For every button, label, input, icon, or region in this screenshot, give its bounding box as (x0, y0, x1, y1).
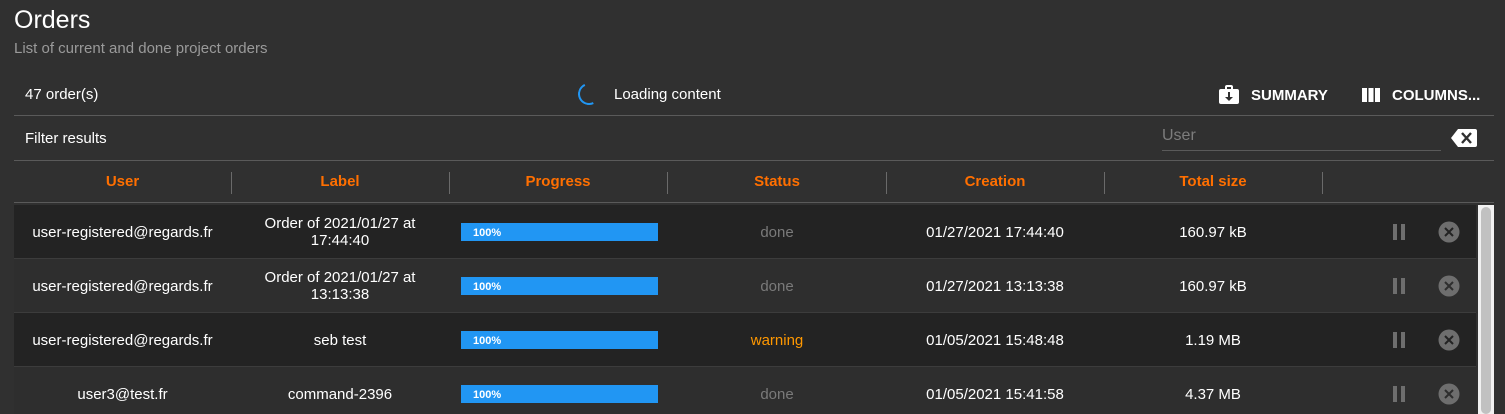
user-cell: user-registered@regards.fr (32, 223, 213, 241)
status-cell: done (760, 223, 794, 241)
progress-cell: 100% (461, 259, 658, 313)
column-header-label[interactable]: Label (231, 163, 449, 203)
cancel-icon (1438, 221, 1460, 243)
table-toolbar: 47 order(s) Loading content SUMMARY COLU… (14, 72, 1494, 116)
size-cell: 160.97 kB (1179, 223, 1247, 241)
cancel-icon (1438, 329, 1460, 351)
progress-cell: 100% (461, 313, 658, 367)
page-subtitle: List of current and done project orders (14, 40, 268, 57)
table-scrollbar[interactable] (1478, 205, 1494, 414)
progress-text: 100% (473, 281, 502, 293)
backspace-icon[interactable] (1450, 128, 1478, 148)
label-cell: Order of 2021/01/27 at 13:13:38 (264, 269, 416, 303)
columns-button[interactable]: COLUMNS... (1360, 82, 1480, 108)
scrollbar-thumb[interactable] (1481, 207, 1491, 414)
orders-table-body: user-registered@regards.fr Order of 2021… (14, 205, 1476, 414)
column-header-status[interactable]: Status (668, 163, 886, 203)
pause-button[interactable] (1384, 259, 1414, 313)
table-row[interactable]: user-registered@regards.fr Order of 2021… (14, 259, 1476, 313)
loading-text: Loading content (614, 85, 721, 103)
filter-label: Filter results (25, 130, 107, 147)
pause-button[interactable] (1384, 205, 1414, 259)
label-cell: seb test (313, 331, 367, 349)
size-cell: 160.97 kB (1179, 277, 1247, 295)
cancel-button[interactable] (1434, 313, 1464, 367)
progress-cell: 100% (461, 205, 658, 259)
creation-cell: 01/05/2021 15:48:48 (926, 331, 1064, 349)
status-cell: done (760, 277, 794, 295)
pause-button[interactable] (1384, 313, 1414, 367)
progress-text: 100% (473, 389, 502, 401)
cancel-icon (1438, 383, 1460, 405)
user-cell: user-registered@regards.fr (32, 331, 213, 349)
page-title: Orders (14, 6, 91, 34)
user-cell: user3@test.fr (77, 385, 168, 403)
spinner-icon (574, 79, 604, 109)
progress-text: 100% (473, 227, 502, 239)
cancel-icon (1438, 275, 1460, 297)
creation-cell: 01/27/2021 17:44:40 (926, 223, 1064, 241)
label-cell: Order of 2021/01/27 at 17:44:40 (264, 215, 416, 249)
pause-button[interactable] (1384, 367, 1414, 414)
creation-cell: 01/05/2021 15:41:58 (926, 385, 1064, 403)
user-cell: user-registered@regards.fr (32, 277, 213, 295)
status-cell: warning (750, 331, 804, 349)
progress-bar: 100% (461, 223, 658, 241)
filter-bar: Filter results (14, 117, 1494, 161)
briefcase-download-icon (1219, 85, 1239, 104)
summary-button[interactable]: SUMMARY (1217, 82, 1328, 108)
user-filter-input[interactable] (1162, 121, 1441, 151)
table-row[interactable]: user-registered@regards.fr Order of 2021… (14, 205, 1476, 259)
status-cell: done (760, 385, 794, 403)
orders-count: 47 order(s) (25, 86, 99, 103)
progress-bar: 100% (461, 277, 658, 295)
cancel-button[interactable] (1434, 367, 1464, 414)
table-header: User Label Progress Status Creation Tota… (14, 163, 1494, 203)
size-cell: 4.37 MB (1185, 385, 1241, 403)
column-header-user[interactable]: User (14, 163, 231, 203)
column-separator (1322, 172, 1323, 194)
cancel-button[interactable] (1434, 205, 1464, 259)
creation-cell: 01/27/2021 13:13:38 (926, 277, 1064, 295)
table-row[interactable]: user3@test.fr command-2396 100% done 01/… (14, 367, 1476, 414)
table-row[interactable]: user-registered@regards.fr seb test 100%… (14, 313, 1476, 367)
view-column-icon (1362, 88, 1380, 102)
size-cell: 1.19 MB (1185, 331, 1241, 349)
pause-icon (1393, 386, 1405, 402)
column-header-creation[interactable]: Creation (886, 163, 1104, 203)
columns-label: COLUMNS... (1392, 86, 1481, 104)
loading-indicator: Loading content (574, 79, 721, 109)
pause-icon (1393, 224, 1405, 240)
pause-icon (1393, 332, 1405, 348)
progress-cell: 100% (461, 367, 658, 414)
pause-icon (1393, 278, 1405, 294)
column-header-progress[interactable]: Progress (449, 163, 667, 203)
column-header-total-size[interactable]: Total size (1104, 163, 1322, 203)
progress-bar: 100% (461, 331, 658, 349)
label-cell: command-2396 (287, 385, 393, 403)
progress-bar: 100% (461, 385, 658, 403)
progress-text: 100% (473, 335, 502, 347)
cancel-button[interactable] (1434, 259, 1464, 313)
summary-label: SUMMARY (1251, 86, 1328, 104)
